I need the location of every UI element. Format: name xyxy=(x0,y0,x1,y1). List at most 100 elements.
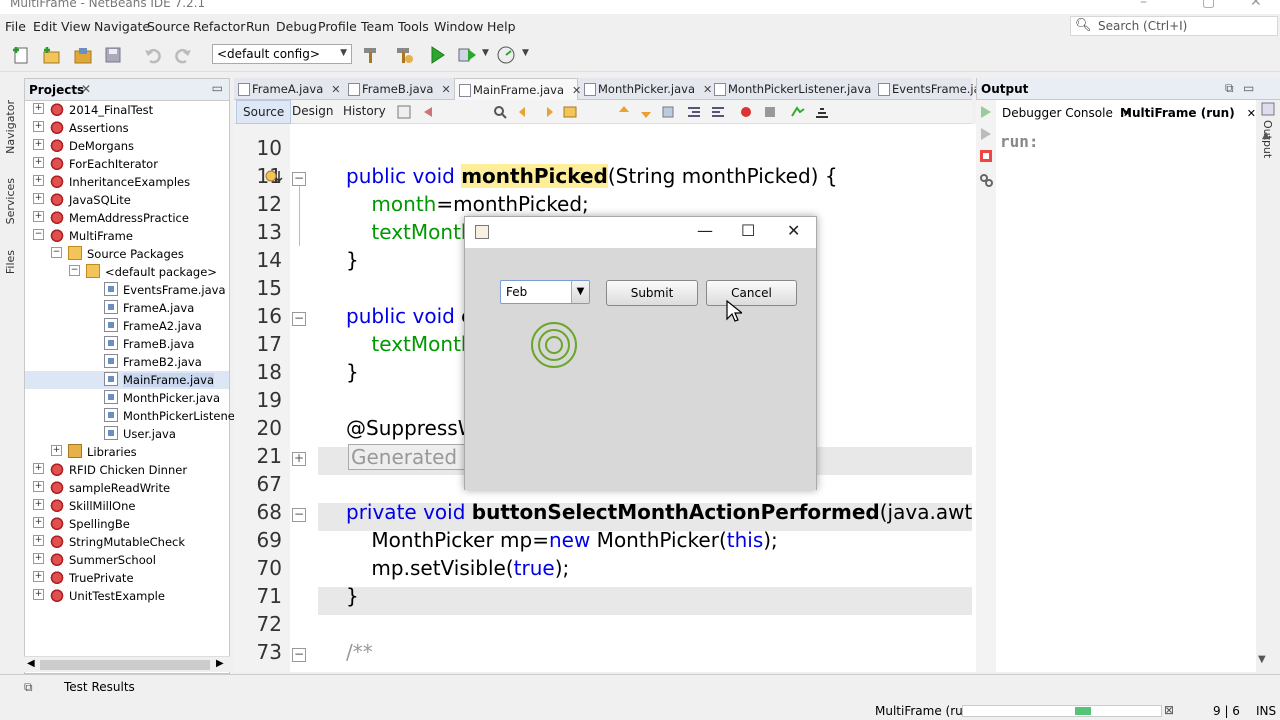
restore-panel-icon[interactable]: ⧉ xyxy=(1225,81,1234,96)
back-icon[interactable] xyxy=(420,104,436,120)
collapse-node-icon[interactable]: − xyxy=(69,265,80,276)
menu-run[interactable]: Run xyxy=(246,19,270,34)
project-tree-item[interactable]: + Assertions xyxy=(25,119,229,137)
previous-bookmark-icon[interactable] xyxy=(616,104,632,120)
clean-build-icon[interactable] xyxy=(393,44,415,66)
chevron-down-icon[interactable]: ▼ xyxy=(571,281,589,303)
collapse-node-icon[interactable]: − xyxy=(51,247,62,258)
close-tab-icon[interactable]: ✕ xyxy=(331,83,340,96)
project-tree-item[interactable]: + SkillMillOne xyxy=(25,497,229,515)
menu-debug[interactable]: Debug xyxy=(276,19,317,34)
folder-tree-item[interactable]: − <default package> xyxy=(25,263,229,281)
minimize-panel-icon[interactable]: ▭ xyxy=(212,81,223,95)
menu-team[interactable]: Team xyxy=(361,19,394,34)
menu-refactor[interactable]: Refactor xyxy=(193,19,245,34)
expand-node-icon[interactable]: + xyxy=(33,193,44,204)
scroll-up-icon[interactable]: ▲ xyxy=(1262,130,1270,141)
collapse-fold-icon[interactable]: − xyxy=(292,312,306,326)
file-tree-item[interactable]: MonthPickerListener.j xyxy=(25,407,245,425)
editor-tab[interactable]: FrameA.java ✕ xyxy=(234,78,342,100)
submit-button[interactable]: Submit xyxy=(606,280,698,306)
next-bookmark-icon[interactable] xyxy=(638,104,654,120)
expand-node-icon[interactable]: + xyxy=(33,553,44,564)
project-tree-item[interactable]: + DeMorgans xyxy=(25,137,229,155)
editor-tab[interactable]: MonthPickerListener.java ✕ xyxy=(710,78,888,100)
design-view-tab[interactable]: Design xyxy=(286,100,339,124)
editor-tab[interactable]: MainFrame.java ✕ xyxy=(454,78,581,100)
expand-node-icon[interactable]: + xyxy=(33,121,44,132)
source-view-tab[interactable]: Source xyxy=(236,100,292,124)
find-next-icon[interactable] xyxy=(540,104,556,120)
build-hammer-icon[interactable] xyxy=(360,44,382,66)
toggle-bookmark-icon[interactable] xyxy=(660,104,676,120)
expand-node-icon[interactable]: + xyxy=(33,589,44,600)
file-tree-item[interactable]: MainFrame.java xyxy=(25,371,229,389)
expand-node-icon[interactable]: + xyxy=(33,517,44,528)
file-tree-item[interactable]: User.java xyxy=(25,425,229,443)
search-input[interactable]: 🔍︎ Search (Ctrl+I) xyxy=(1070,16,1278,36)
expand-node-icon[interactable]: + xyxy=(33,463,44,474)
menu-navigate[interactable]: Navigate xyxy=(94,19,150,34)
navigator-side-tab[interactable]: Navigator xyxy=(4,100,17,154)
history-view-tab[interactable]: History xyxy=(337,100,392,124)
redo-icon[interactable] xyxy=(172,44,194,66)
expand-node-icon[interactable]: + xyxy=(51,445,62,456)
file-tree-item[interactable]: FrameB.java xyxy=(25,335,229,353)
collapse-fold-icon[interactable]: − xyxy=(292,172,306,186)
menu-window[interactable]: Window xyxy=(434,19,483,34)
menu-view[interactable]: View xyxy=(61,19,91,34)
file-tree-item[interactable]: EventsFrame.java xyxy=(25,281,229,299)
debug-project-icon[interactable] xyxy=(456,44,478,66)
dialog-close-icon[interactable]: ✕ xyxy=(787,221,800,240)
debug-dropdown-icon[interactable]: ▼ xyxy=(482,48,489,58)
settings-icon[interactable] xyxy=(978,172,994,188)
file-tree-item[interactable]: FrameB2.java xyxy=(25,353,229,371)
find-previous-icon[interactable] xyxy=(516,104,532,120)
maximize-window-icon[interactable]: ▢ xyxy=(1202,0,1215,10)
find-icon[interactable] xyxy=(492,104,508,120)
editor-tab[interactable]: FrameB.java ✕ xyxy=(344,78,452,100)
project-tree-item[interactable]: + ForEachIterator xyxy=(25,155,229,173)
scroll-right-icon[interactable]: ▶ xyxy=(216,658,224,669)
services-side-tab[interactable]: Services xyxy=(4,178,17,224)
uncomment-icon[interactable] xyxy=(814,104,830,120)
cancel-button[interactable]: Cancel xyxy=(706,280,797,306)
project-tree-item[interactable]: + RFID Chicken Dinner xyxy=(25,461,229,479)
run-project-icon[interactable] xyxy=(426,44,448,66)
expand-node-icon[interactable]: + xyxy=(33,481,44,492)
start-macro-icon[interactable] xyxy=(738,104,754,120)
save-all-icon[interactable] xyxy=(102,44,124,66)
profile-project-icon[interactable] xyxy=(495,44,517,66)
expand-node-icon[interactable]: + xyxy=(33,157,44,168)
expand-node-icon[interactable]: + xyxy=(33,535,44,546)
project-tree-item[interactable]: + InheritanceExamples xyxy=(25,173,229,191)
file-tree-item[interactable]: FrameA.java xyxy=(25,299,229,317)
menu-help[interactable]: Help xyxy=(487,19,516,34)
close-tab-icon[interactable]: ✕ xyxy=(441,83,450,96)
editor-tab[interactable]: EventsFrame.ja xyxy=(874,78,981,100)
output-window-icon[interactable] xyxy=(1261,102,1275,116)
close-window-icon[interactable]: ✕ xyxy=(1250,0,1262,10)
project-tree-item[interactable]: + MemAddressPractice xyxy=(25,209,229,227)
cancel-process-icon[interactable]: ⊠ xyxy=(1164,703,1174,717)
comment-icon[interactable] xyxy=(790,104,806,120)
project-tree-item[interactable]: − MultiFrame xyxy=(25,227,229,245)
expand-node-icon[interactable]: + xyxy=(33,103,44,114)
scrollbar-thumb[interactable] xyxy=(40,660,210,670)
collapse-fold-icon[interactable]: − xyxy=(292,648,306,662)
shift-left-icon[interactable] xyxy=(686,104,702,120)
project-tree-item[interactable]: +2014_FinalTest xyxy=(25,101,229,119)
project-tree-item[interactable]: + SpellingBe xyxy=(25,515,229,533)
minimize-output-icon[interactable]: ▭ xyxy=(1243,81,1254,95)
new-project-icon[interactable] xyxy=(40,44,62,66)
projects-horizontal-scrollbar[interactable]: ◀ ▶ xyxy=(24,656,230,672)
multiframe-run-tab[interactable]: MultiFrame (run) ✕ xyxy=(1114,100,1262,126)
stop-macro-icon[interactable] xyxy=(762,104,778,120)
dialog-maximize-icon[interactable]: ☐ xyxy=(741,221,755,240)
open-project-icon[interactable] xyxy=(72,44,94,66)
dialog-minimize-icon[interactable]: — xyxy=(697,221,713,240)
file-tree-item[interactable]: FrameA2.java xyxy=(25,317,229,335)
menu-source[interactable]: Source xyxy=(147,19,190,34)
test-results-icon[interactable]: ⧉ xyxy=(24,680,33,695)
project-tree-item[interactable]: + sampleReadWrite xyxy=(25,479,229,497)
